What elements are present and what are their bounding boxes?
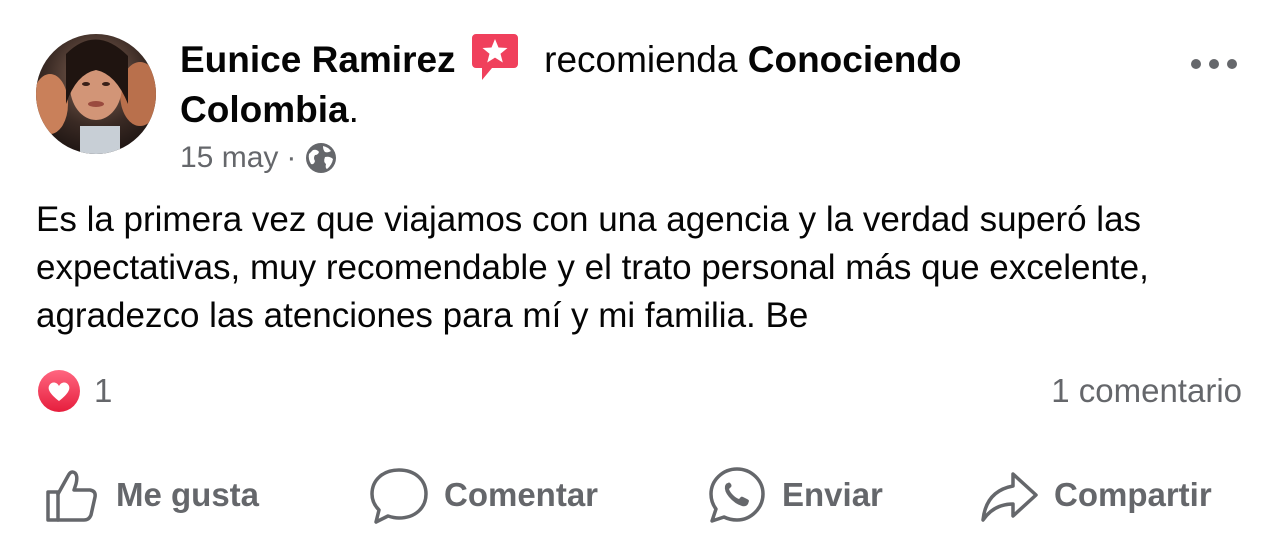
send-label: Enviar — [782, 476, 883, 513]
whatsapp-icon — [709, 467, 765, 523]
thumbs-up-icon — [46, 470, 97, 522]
send-button[interactable]: Enviar — [706, 462, 883, 528]
post-body: Es la primera vez que viajamos con una a… — [36, 200, 1149, 335]
share-button[interactable]: Compartir — [978, 462, 1212, 528]
post-headline: Eunice Ramirez recomienda Conociendo Col… — [180, 30, 1120, 135]
like-button[interactable]: Me gusta — [40, 462, 259, 528]
avatar-photo — [36, 34, 156, 154]
reactions-summary[interactable]: 1 — [36, 368, 112, 414]
action-text: recomienda — [544, 39, 738, 80]
author-name[interactable]: Eunice Ramirez — [180, 39, 456, 80]
meta-separator: · — [286, 141, 297, 174]
post-card: Eunice Ramirez recomienda Conociendo Col… — [0, 0, 1280, 554]
comment-button[interactable]: Comentar — [368, 462, 598, 528]
comment-count[interactable]: 1 comentario — [1051, 368, 1242, 414]
heart-reaction-icon — [38, 370, 80, 412]
comment-bubble-icon — [370, 468, 428, 524]
post-meta: 15 may · — [180, 138, 338, 178]
globe-icon — [306, 143, 337, 173]
share-arrow-icon — [981, 472, 1038, 522]
reaction-count: 1 — [94, 372, 113, 409]
avatar[interactable] — [36, 34, 156, 154]
page-name-part1[interactable]: Conociendo — [748, 39, 962, 80]
more-options-button[interactable] — [1186, 50, 1242, 78]
post-date[interactable]: 15 may — [180, 141, 278, 175]
more-options-icon — [1191, 59, 1237, 69]
comment-label: Comentar — [444, 476, 599, 513]
share-label: Compartir — [1054, 476, 1212, 513]
recommendation-star-icon — [471, 34, 518, 80]
page-name-part2[interactable]: Colombia — [180, 89, 349, 130]
like-label: Me gusta — [116, 476, 260, 513]
page-name-suffix: . — [348, 89, 359, 130]
